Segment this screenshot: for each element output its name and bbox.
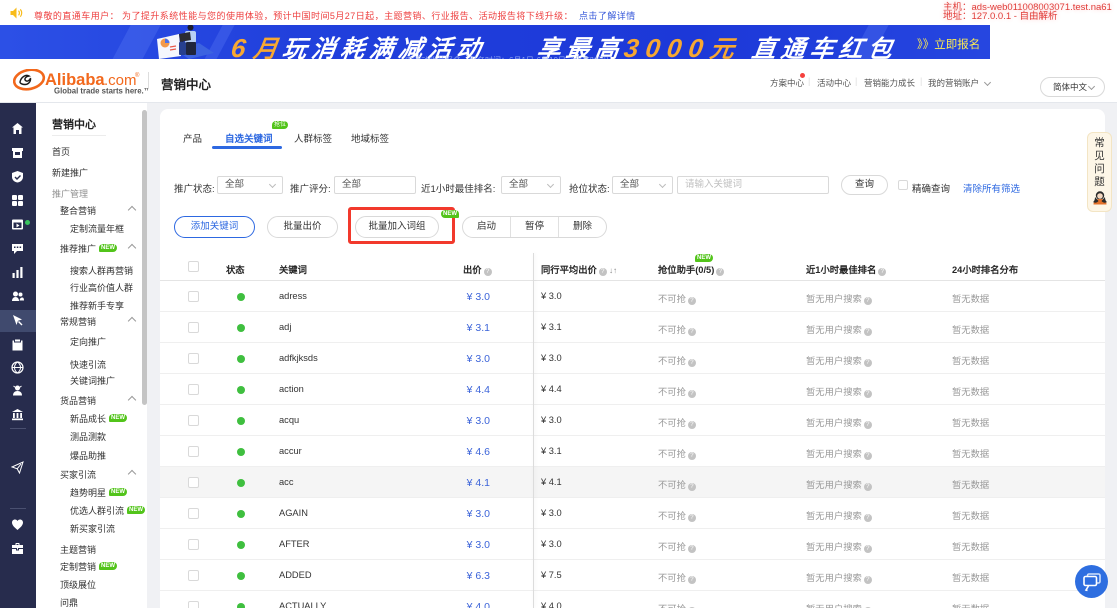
svg-text:Global trade starts here.™: Global trade starts here.™ — [54, 87, 148, 96]
svg-text:®: ® — [135, 72, 140, 79]
